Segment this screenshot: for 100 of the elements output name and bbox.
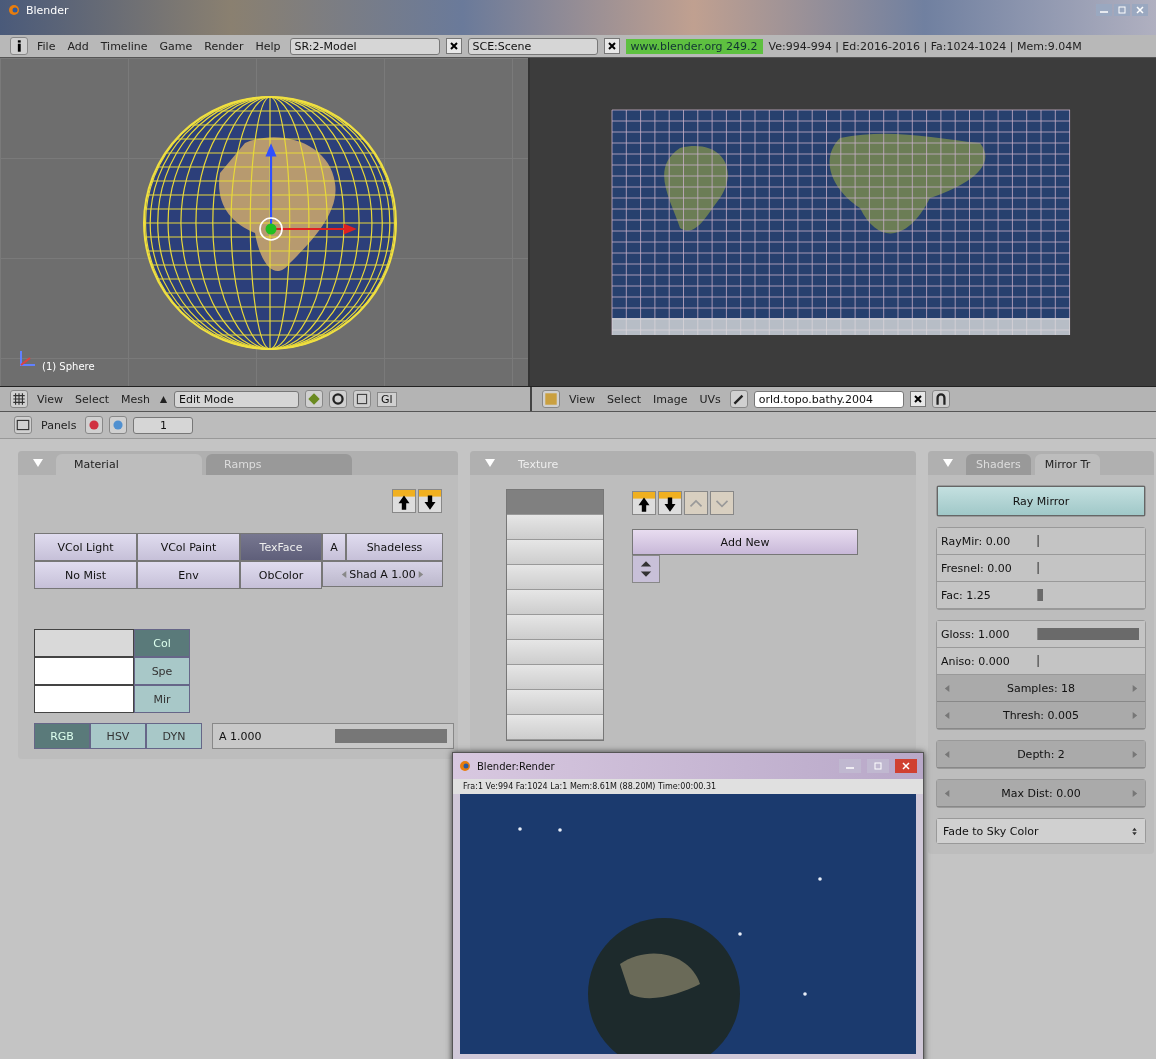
frame-field[interactable]: 1	[133, 416, 194, 434]
diamond-icon[interactable]	[305, 390, 323, 408]
toggle-button[interactable]: A	[322, 533, 346, 561]
increment-icon[interactable]	[1130, 788, 1139, 798]
add-new-button[interactable]: Add New	[632, 529, 858, 555]
menu-item[interactable]: Timeline	[97, 39, 151, 53]
value-slider[interactable]: Gloss: 1.000	[937, 621, 1145, 648]
decrement-icon[interactable]	[943, 710, 952, 720]
menu-item[interactable]: View	[566, 392, 599, 406]
increment-icon[interactable]	[1130, 749, 1139, 759]
texture-slot[interactable]	[507, 665, 603, 690]
move-down-icon[interactable]	[418, 489, 442, 513]
color-swatch[interactable]	[34, 685, 134, 713]
image-editor-icon[interactable]	[542, 390, 560, 408]
maximize-button[interactable]	[867, 759, 889, 773]
toggle-button[interactable]: TexFace	[240, 533, 322, 561]
color-slot-button[interactable]: Spe	[134, 657, 190, 685]
color-slot-button[interactable]: Col	[134, 629, 190, 657]
texture-slot[interactable]	[507, 615, 603, 640]
close-screen-button[interactable]	[445, 38, 462, 54]
texture-slot[interactable]	[507, 540, 603, 565]
menu-item[interactable]: File	[34, 39, 59, 53]
texture-slot[interactable]	[507, 490, 603, 515]
menu-item[interactable]: Select	[604, 392, 645, 406]
value-slider[interactable]: Fresnel: 0.00	[937, 555, 1145, 582]
shading-icon[interactable]	[85, 416, 104, 434]
world-icon[interactable]	[109, 416, 128, 434]
decrement-icon[interactable]	[943, 788, 952, 798]
dropdown[interactable]: Fade to Sky Color	[937, 819, 1145, 843]
texture-slot[interactable]	[507, 515, 603, 540]
number-field[interactable]: Samples: 18	[937, 675, 1145, 702]
toggle-button[interactable]: No Mist	[34, 561, 137, 589]
maximize-button[interactable]	[1114, 4, 1130, 16]
close-scene-button[interactable]	[603, 38, 620, 54]
number-field[interactable]: Thresh: 0.005	[937, 702, 1145, 729]
color-swatch[interactable]	[34, 629, 134, 657]
screen-field[interactable]: SR:2-Model	[289, 37, 440, 55]
minimize-button[interactable]	[1096, 4, 1112, 16]
toggle-button[interactable]: Shadeless	[346, 533, 443, 561]
value-slider[interactable]: Fac: 1.25	[937, 582, 1145, 609]
toggle-button[interactable]: ObColor	[240, 561, 322, 589]
close-button[interactable]	[895, 759, 917, 773]
scene-field[interactable]: SCE:Scene	[467, 37, 598, 55]
panels-menu[interactable]: Panels	[38, 418, 80, 432]
decrement-icon[interactable]	[943, 749, 952, 759]
info-icon[interactable]	[10, 37, 28, 55]
menu-item[interactable]: View	[34, 392, 67, 406]
toggle-button[interactable]: VCol Light	[34, 533, 137, 561]
color-model-button[interactable]: HSV	[90, 723, 146, 749]
image-field[interactable]: orld.topo.bathy.2004	[753, 390, 904, 408]
menu-item[interactable]: Select	[72, 392, 113, 406]
menu-item[interactable]: Game	[156, 39, 196, 53]
value-slider[interactable]: RayMir: 0.00	[937, 528, 1145, 555]
texture-slot[interactable]	[507, 565, 603, 590]
collapse-icon[interactable]	[32, 458, 44, 468]
grid-icon[interactable]	[10, 390, 28, 408]
texture-slot[interactable]	[507, 590, 603, 615]
increment-icon[interactable]	[1130, 710, 1139, 720]
layer-button[interactable]: Gl	[377, 391, 397, 407]
axis-icon	[18, 348, 38, 368]
close-button[interactable]	[1132, 4, 1148, 16]
collapse-icon[interactable]	[484, 458, 496, 468]
move-up-icon[interactable]	[632, 491, 656, 515]
menu-item[interactable]: Mesh	[118, 392, 153, 406]
texture-slot[interactable]	[507, 640, 603, 665]
menu-item[interactable]: Help	[252, 39, 284, 53]
move-up-icon[interactable]	[392, 489, 416, 513]
panel-tab[interactable]: Mirror Tr	[1034, 454, 1101, 475]
alpha-slider[interactable]: A 1.000	[212, 723, 454, 749]
version-link[interactable]: www.blender.org 249.2	[625, 38, 763, 54]
close-image-button[interactable]	[909, 391, 926, 407]
color-model-button[interactable]: RGB	[34, 723, 90, 749]
updown-arrows-icon[interactable]	[632, 555, 660, 583]
minimize-button[interactable]	[839, 759, 861, 773]
chevron-down-icon[interactable]	[710, 491, 734, 515]
number-field[interactable]: Shad A 1.00	[322, 561, 443, 587]
increment-icon[interactable]	[1130, 683, 1139, 693]
color-swatch[interactable]	[34, 657, 134, 685]
color-slot-button[interactable]: Mir	[134, 685, 190, 713]
texture-slot[interactable]	[507, 715, 603, 740]
toggle-button[interactable]: VCol Paint	[137, 533, 240, 561]
menu-item[interactable]: Image	[650, 392, 691, 406]
number-field[interactable]: Max Dist: 0.00	[937, 780, 1145, 807]
color-model-button[interactable]: DYN	[146, 723, 202, 749]
mode-dropdown[interactable]: Edit Mode	[174, 390, 299, 408]
menu-item[interactable]: Render	[201, 39, 247, 53]
buttons-window-icon[interactable]	[14, 416, 32, 434]
value-slider[interactable]: Aniso: 0.000	[937, 648, 1145, 675]
move-down-icon[interactable]	[658, 491, 682, 515]
texture-slot[interactable]	[507, 690, 603, 715]
toggle-button[interactable]: Env	[137, 561, 240, 589]
collapse-icon[interactable]	[942, 458, 954, 468]
toggle-button[interactable]: Ray Mirror	[937, 486, 1145, 516]
decrement-icon[interactable]	[943, 683, 952, 693]
panel-tab[interactable]: Material	[56, 454, 202, 475]
pivot-icon[interactable]	[329, 390, 347, 408]
number-field[interactable]: Depth: 2	[937, 741, 1145, 768]
menu-item[interactable]: UVs	[696, 392, 724, 406]
vertex-select-icon[interactable]	[353, 390, 371, 408]
menu-item[interactable]: Add	[64, 39, 92, 53]
